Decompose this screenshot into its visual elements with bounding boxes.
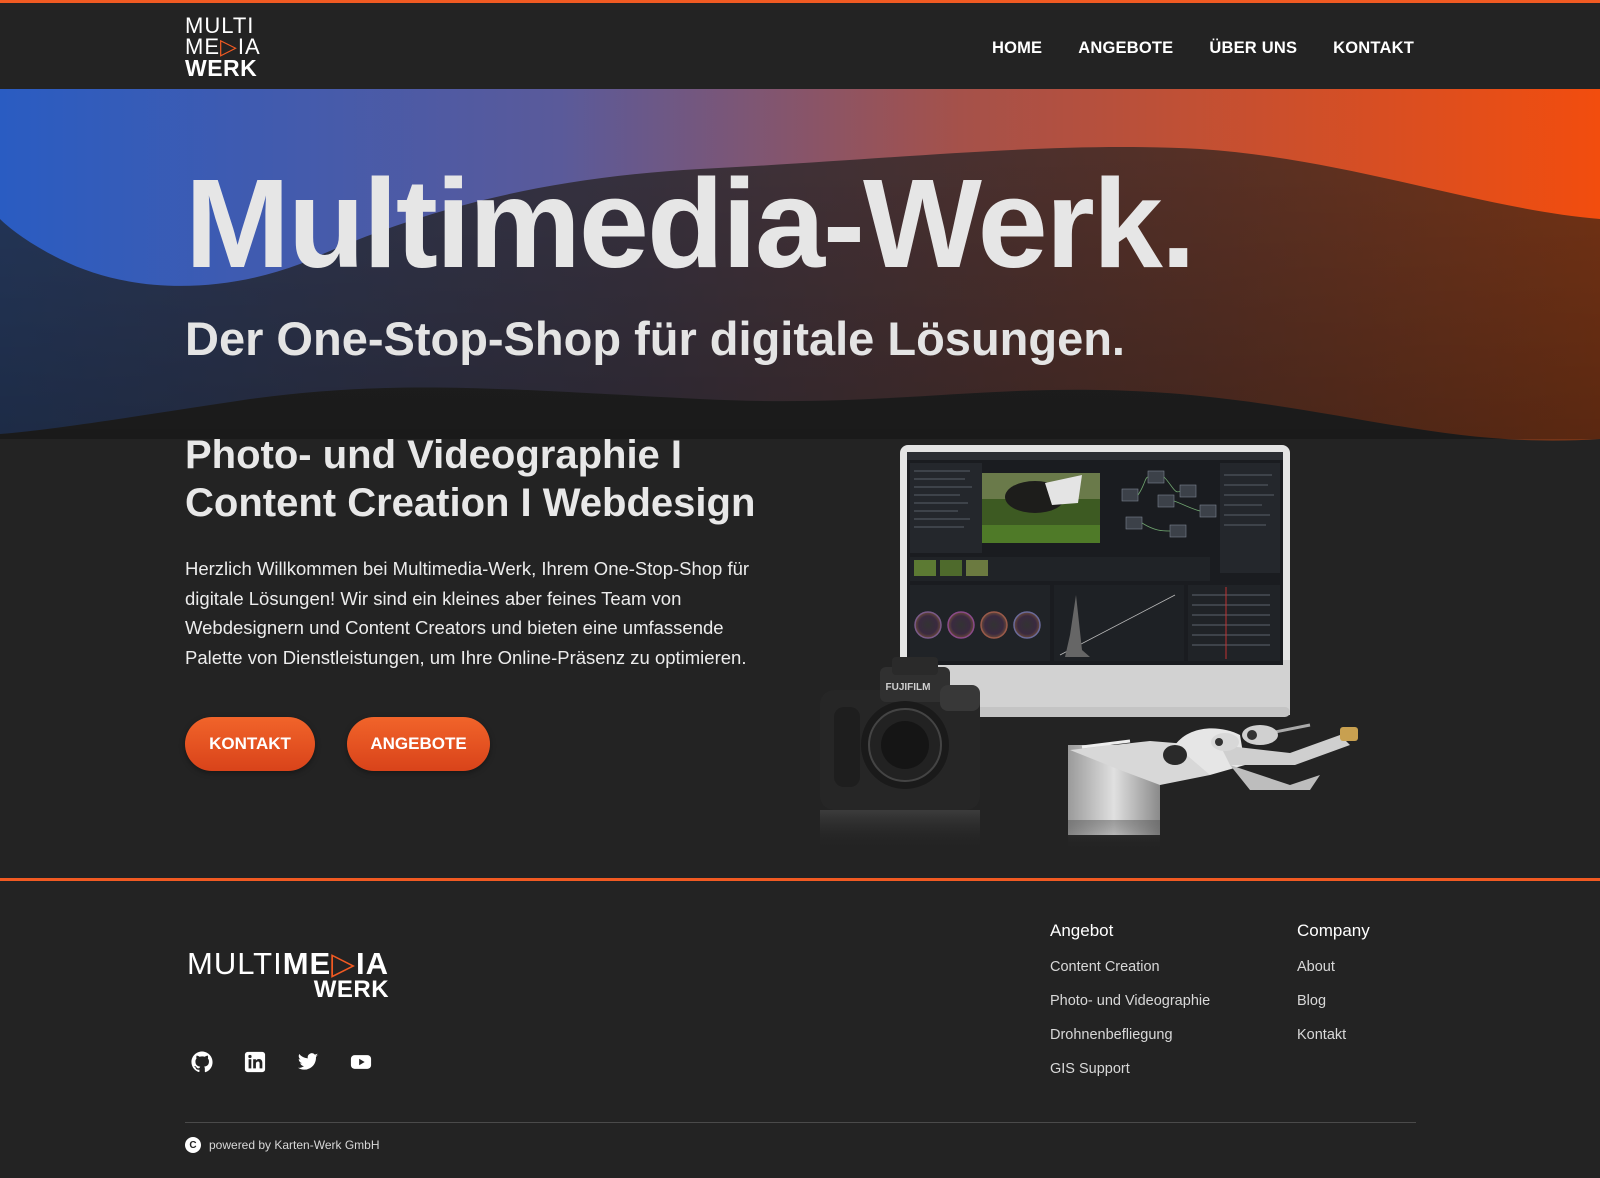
- intro-paragraph: Herzlich Willkommen bei Multimedia-Werk,…: [185, 558, 750, 668]
- hero-section: Multimedia-Werk. Der One-Stop-Shop für d…: [0, 89, 1600, 878]
- footer: MULTIME▷IA WERK Angebot Content Creation…: [0, 878, 1600, 1178]
- footer-logo-row: MULTIME▷IA: [187, 946, 390, 981]
- services-heading: Photo- und Videographie I Content Creati…: [185, 431, 825, 527]
- nav-home[interactable]: HOME: [992, 39, 1042, 58]
- footer-logo[interactable]: MULTIME▷IA WERK: [187, 946, 390, 1003]
- top-navbar: MULTI ME▷IA WERK HOME ANGEBOTE ÜBER UNS …: [0, 0, 1600, 89]
- logo-line-werk: WERK: [185, 55, 258, 81]
- twitter-icon[interactable]: [297, 1051, 319, 1073]
- copyright: C powered by Karten-Werk GmbH: [185, 1137, 380, 1153]
- kontakt-button[interactable]: KONTAKT: [185, 717, 315, 771]
- nav-ueber-uns[interactable]: ÜBER UNS: [1209, 39, 1297, 58]
- product-illustration: FUJIFILM: [820, 445, 1358, 850]
- hero-subtitle: Der One-Stop-Shop für digitale Lösungen.: [185, 312, 1125, 365]
- nav-angebote[interactable]: ANGEBOTE: [1078, 39, 1173, 58]
- social-links: [191, 1051, 372, 1073]
- hero-title: Multimedia-Werk.: [185, 153, 1196, 294]
- footer-link-gis-support[interactable]: GIS Support: [1050, 1060, 1210, 1078]
- footer-column-title: Angebot: [1050, 921, 1114, 940]
- footer-logo-werk: WERK: [313, 976, 390, 1003]
- footer-column-company: Company About Blog Kontakt: [1297, 921, 1370, 1060]
- footer-link-photo-videographie[interactable]: Photo- und Videographie: [1050, 992, 1210, 1010]
- camera-brand-label: FUJIFILM: [886, 682, 931, 693]
- header-logo[interactable]: MULTI ME▷IA WERK: [185, 15, 267, 81]
- copyright-text: powered by Karten-Werk GmbH: [209, 1138, 380, 1152]
- services-line-2: Content Creation I Webdesign: [185, 481, 756, 525]
- angebote-button[interactable]: ANGEBOTE: [347, 717, 490, 771]
- nav-kontakt[interactable]: KONTAKT: [1333, 39, 1414, 58]
- camera-illustration: FUJIFILM: [820, 657, 980, 850]
- main-nav: HOME ANGEBOTE ÜBER UNS KONTAKT: [992, 39, 1414, 58]
- linkedin-icon[interactable]: [244, 1051, 266, 1073]
- footer-column-angebot: Angebot Content Creation Photo- und Vide…: [1050, 921, 1210, 1094]
- logo-line-media: ME▷IA: [185, 34, 261, 59]
- footer-link-content-creation[interactable]: Content Creation: [1050, 958, 1210, 976]
- footer-link-about[interactable]: About: [1297, 958, 1370, 976]
- footer-column-title: Company: [1297, 921, 1370, 940]
- footer-link-drohnenbefliegung[interactable]: Drohnenbefliegung: [1050, 1026, 1210, 1044]
- youtube-icon[interactable]: [350, 1051, 372, 1073]
- copyright-icon: C: [185, 1137, 201, 1153]
- footer-link-kontakt[interactable]: Kontakt: [1297, 1026, 1370, 1044]
- github-icon[interactable]: [191, 1051, 213, 1073]
- footer-link-blog[interactable]: Blog: [1297, 992, 1370, 1010]
- footer-divider: [185, 1122, 1416, 1123]
- services-line-1: Photo- und Videographie I: [185, 433, 683, 477]
- logo-line-multi: MULTI: [185, 13, 255, 38]
